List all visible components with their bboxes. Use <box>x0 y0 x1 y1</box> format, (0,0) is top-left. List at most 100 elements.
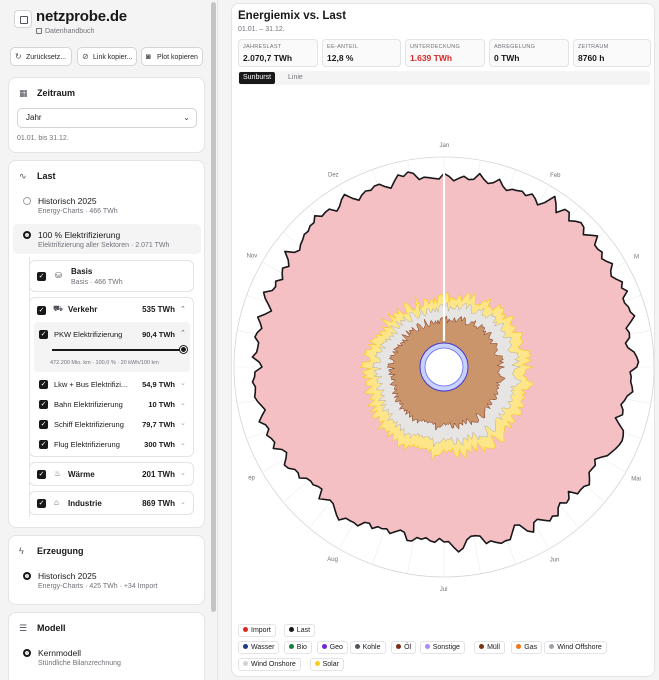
modell-option-sub: Stündliche Bilanzrechnung <box>38 660 121 667</box>
sidebar-toggle-icon[interactable] <box>14 10 32 28</box>
pkw-slider[interactable] <box>52 349 184 351</box>
pkw-chevron-up-icon[interactable]: ⌃ <box>180 329 186 337</box>
chevron-up-icon[interactable]: ⌃ <box>180 305 186 313</box>
verkehr-checkbox[interactable]: ✓ <box>37 306 46 315</box>
chart-center-hole <box>424 347 464 387</box>
tab-linie[interactable]: Linie <box>284 72 307 84</box>
erzeugung-heading: ϟ Erzeugung <box>19 546 84 556</box>
reset-label: Zurücksetz... <box>26 54 67 61</box>
legend-item[interactable]: Gas <box>511 641 543 654</box>
waerme-chevron-down-icon[interactable]: ⌄ <box>180 469 186 477</box>
legend-item[interactable]: Wind Offshore <box>544 641 607 654</box>
flug-checkbox[interactable]: ✓ <box>39 440 48 449</box>
legend-label: Öl <box>404 644 412 651</box>
last-heading-label: Last <box>37 171 56 181</box>
last-option-elektrifizierung-title[interactable]: 100 % Elektrifizierung <box>38 230 120 240</box>
legend-item[interactable]: Wasser <box>238 641 280 654</box>
erzeugung-option-radio[interactable] <box>23 572 31 580</box>
modell-option-radio[interactable] <box>23 649 31 657</box>
verkehr-title[interactable]: Verkehr <box>68 305 97 314</box>
lkw-chevron-down-icon[interactable]: ⌄ <box>180 379 186 387</box>
legend-item[interactable]: Import <box>238 624 276 637</box>
stat-value: 2.070,7 TWh <box>243 53 293 63</box>
legend-item[interactable]: Solar <box>309 658 344 671</box>
waerme-title[interactable]: Wärme <box>68 470 95 479</box>
legend-swatch <box>288 627 294 632</box>
waerme-checkbox[interactable]: ✓ <box>37 470 46 479</box>
stat-value: 8760 h <box>578 53 605 63</box>
industrie-checkbox[interactable]: ✓ <box>37 499 46 508</box>
last-option-historisch-radio[interactable] <box>23 197 31 205</box>
schiff-title[interactable]: Schiff Elektrifizierung <box>54 420 124 429</box>
lkw-value: 54,9 TWh <box>142 380 175 389</box>
bahn-chevron-down-icon[interactable]: ⌄ <box>180 399 186 407</box>
legend-label: Import <box>251 627 271 634</box>
copy-plot-label: Plot kopieren <box>157 54 198 61</box>
last-option-historisch-title[interactable]: Historisch 2025 <box>38 196 97 206</box>
legend-item[interactable]: Müll <box>474 641 505 654</box>
flug-chevron-down-icon[interactable]: ⌄ <box>180 439 186 447</box>
stat-value: 12,8 % <box>327 53 354 63</box>
last-card: ∿ Last Historisch 2025 Energy-Charts · 46… <box>8 160 205 528</box>
zeitraum-select[interactable]: Jahr ⌄ <box>17 108 197 128</box>
legend-label: Wind Onshore <box>251 661 296 668</box>
brand: netzprobe.de Datenhandbuch <box>14 6 204 40</box>
tab-sunburst[interactable]: Sunburst <box>239 72 276 84</box>
zeitraum-heading: ▦ Zeitraum <box>19 88 75 99</box>
erzeugung-option-sub: Energy-Charts · 425 TWh · +34 Import <box>38 583 158 590</box>
legend-item[interactable]: Geo <box>316 641 348 654</box>
lkw-title[interactable]: Lkw + Bus Elektrifizi... <box>54 380 127 389</box>
pkw-slider-thumb[interactable] <box>180 346 187 353</box>
toolbar: ↻ Zurücksetz... ⊘ Link kopier... ◙ Plot kop… <box>10 47 204 67</box>
basis-checkbox[interactable]: ✓ <box>37 272 46 281</box>
legend-swatch <box>396 644 402 649</box>
stat-abregelung: ABREGELUNG 0 TWh <box>489 39 569 67</box>
radial-chart[interactable]: JanFebMApMaiJunJulAugepktNovDez <box>232 87 655 617</box>
pkw-checkbox[interactable]: ✓ <box>39 330 48 339</box>
chart-month-label: M <box>634 254 639 260</box>
last-option-historisch-sub: Energy-Charts · 466 TWh <box>38 208 118 215</box>
sliders-icon: ☰ <box>19 623 28 633</box>
industrie-chevron-down-icon[interactable]: ⌄ <box>180 498 186 506</box>
stat-label: EE-ANTEIL <box>327 44 359 50</box>
legend-swatch <box>321 644 327 649</box>
legend-item[interactable]: Wind Onshore <box>238 658 301 671</box>
legend-swatch <box>288 644 294 649</box>
legend-item[interactable]: Bio <box>283 641 312 654</box>
lkw-checkbox[interactable]: ✓ <box>39 380 48 389</box>
docs-link-label: Datenhandbuch <box>45 28 95 35</box>
pkw-title[interactable]: PKW Elektrifizierung <box>54 330 122 339</box>
bolt-icon: ϟ <box>19 546 24 556</box>
legend-swatch <box>424 644 430 649</box>
chart-month-label: Jul <box>440 587 448 593</box>
schiff-chevron-down-icon[interactable]: ⌄ <box>180 419 186 427</box>
modell-heading-label: Modell <box>37 623 66 633</box>
waerme-box: ✓ ♨ Wärme 201 TWh ⌄ <box>29 462 194 486</box>
last-option-elektrifizierung-radio[interactable] <box>23 231 31 239</box>
stat-label: ABREGELUNG <box>494 44 536 50</box>
copy-link-button[interactable]: ⊘ Link kopier... <box>77 47 137 66</box>
bahn-title[interactable]: Bahn Elektrifizierung <box>54 400 123 409</box>
stat-unterdeckung: UNTERDECKUNG 1.639 TWh <box>405 39 485 67</box>
flug-title[interactable]: Flug Elektrifizierung <box>54 440 120 449</box>
legend-item[interactable]: Sonstige <box>419 641 465 654</box>
legend-item[interactable]: Öl <box>391 641 417 654</box>
legend-swatch <box>314 661 320 666</box>
legend-item[interactable]: Last <box>283 624 316 637</box>
sidebar-scrollbar[interactable] <box>211 2 216 612</box>
modell-option-title[interactable]: Kernmodell <box>38 648 81 658</box>
erzeugung-option-title[interactable]: Historisch 2025 <box>38 571 97 581</box>
copy-link-label: Link kopier... <box>93 54 133 61</box>
legend: Import Last Wasser Bio Geo Kohle Öl Sonstige Mül… <box>238 624 650 674</box>
schiff-checkbox[interactable]: ✓ <box>39 420 48 429</box>
calendar-icon: ▦ <box>19 88 28 98</box>
docs-link[interactable]: Datenhandbuch <box>36 28 94 35</box>
legend-item[interactable]: Kohle <box>349 641 386 654</box>
last-heading: ∿ Last <box>19 171 56 182</box>
reset-button[interactable]: ↻ Zurücksetz... <box>10 47 72 66</box>
copy-plot-button[interactable]: ◙ Plot kopieren <box>141 47 203 66</box>
bahn-checkbox[interactable]: ✓ <box>39 400 48 409</box>
legend-swatch <box>354 644 360 649</box>
industrie-title[interactable]: Industrie <box>68 499 102 508</box>
stat-label: UNTERDECKUNG <box>410 44 461 50</box>
